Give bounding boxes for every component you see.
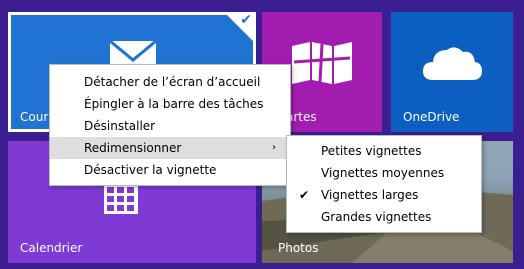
menu-item-label: Épingler à la barre des tâches (84, 97, 264, 111)
cloud-icon (423, 47, 482, 80)
menu-item-label: Détacher de l’écran d’accueil (84, 75, 261, 89)
menu-item-disable-live-tile[interactable]: Désactiver la vignette (50, 159, 290, 181)
chevron-right-icon: › (272, 142, 276, 153)
checkmark-icon: ✔ (299, 188, 310, 202)
submenu-item-label: Vignettes larges (321, 188, 419, 202)
menu-item-label: Désactiver la vignette (84, 163, 217, 177)
menu-item-uninstall[interactable]: Désinstaller (50, 115, 290, 137)
tile-label-photos: Photos (278, 241, 319, 255)
tile-context-menu: Détacher de l’écran d’accueil Épingler à… (49, 64, 291, 186)
submenu-item-label: Vignettes moyennes (321, 166, 445, 180)
submenu-item-small[interactable]: Petites vignettes (287, 140, 481, 162)
tile-label-courrier: Cour (20, 110, 49, 124)
submenu-item-label: Petites vignettes (321, 144, 422, 158)
submenu-item-large[interactable]: Grandes vignettes (287, 206, 481, 228)
menu-item-label: Redimensionner (84, 141, 182, 155)
submenu-item-medium[interactable]: Vignettes moyennes (287, 162, 481, 184)
selected-check-icon: ✔ (240, 12, 252, 28)
tile-label-calendrier: Calendrier (20, 241, 83, 255)
menu-item-unpin-start[interactable]: Détacher de l’écran d’accueil (50, 71, 290, 93)
tile-label-onedrive: OneDrive (403, 110, 460, 124)
submenu-item-label: Grandes vignettes (321, 210, 432, 224)
resize-submenu: Petites vignettes Vignettes moyennes ✔ V… (286, 135, 482, 233)
tile-onedrive[interactable]: OneDrive (391, 12, 513, 132)
submenu-item-wide[interactable]: ✔ Vignettes larges (287, 184, 481, 206)
menu-item-label: Désinstaller (84, 119, 156, 133)
menu-item-pin-taskbar[interactable]: Épingler à la barre des tâches (50, 93, 290, 115)
map-icon (292, 42, 352, 84)
menu-item-resize[interactable]: Redimensionner › (50, 137, 290, 159)
